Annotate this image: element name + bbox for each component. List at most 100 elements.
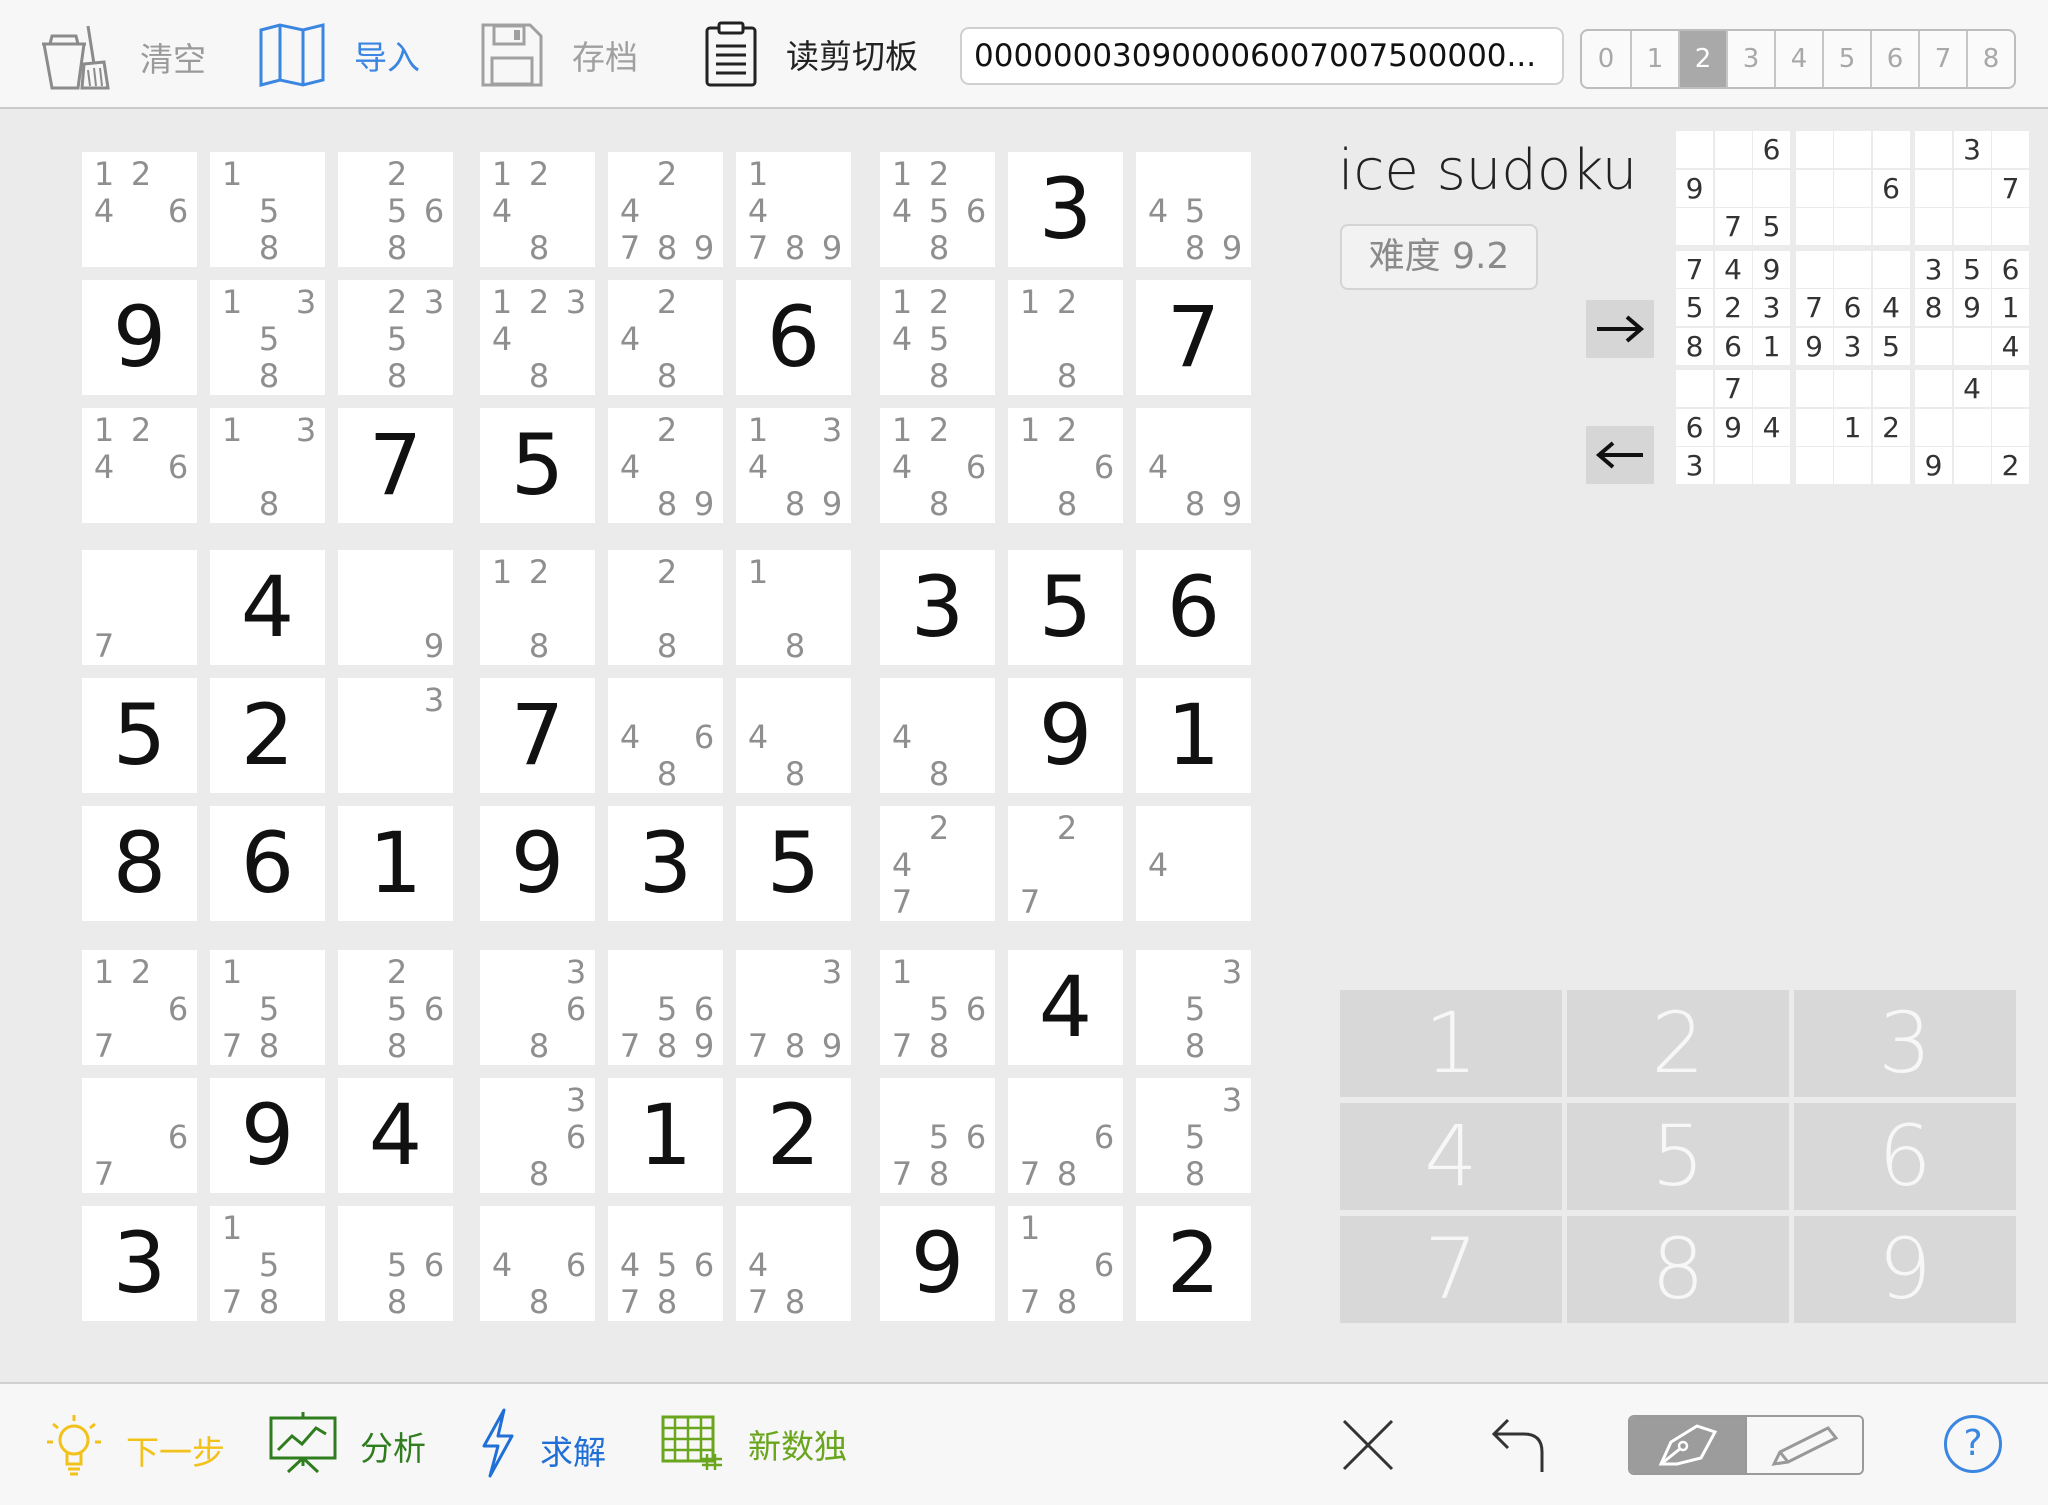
sudoku-cell[interactable]: 9: [480, 806, 595, 921]
sudoku-cell[interactable]: 4: [338, 1078, 453, 1193]
sudoku-cell[interactable]: 1: [1136, 678, 1251, 793]
digit-tab-8[interactable]: 8: [1966, 31, 2014, 87]
sudoku-cell[interactable]: 124 68: [880, 408, 995, 523]
sudoku-cell[interactable]: 2358: [338, 280, 453, 395]
sudoku-cell[interactable]: 368: [480, 1078, 595, 1193]
sudoku-cell[interactable]: 12 8: [480, 550, 595, 665]
keypad-key-3[interactable]: 3: [1794, 990, 2016, 1097]
sudoku-cell[interactable]: 158: [210, 152, 325, 267]
sudoku-cell[interactable]: 358: [1136, 1078, 1251, 1193]
sudoku-cell[interactable]: 478: [736, 1206, 851, 1321]
sudoku-cell[interactable]: 56 78: [880, 1078, 995, 1193]
sudoku-cell[interactable]: 8: [82, 806, 197, 921]
sudoku-cell[interactable]: 7: [82, 550, 197, 665]
sudoku-cell[interactable]: 6 78: [1008, 1078, 1123, 1193]
keypad-key-7[interactable]: 7: [1340, 1216, 1562, 1323]
sudoku-cell[interactable]: 3: [608, 806, 723, 921]
prev-arrow-button[interactable]: [1586, 426, 1654, 484]
sudoku-cell[interactable]: 7: [480, 678, 595, 793]
sudoku-cell[interactable]: 2: [736, 1078, 851, 1193]
sudoku-cell[interactable]: 28: [608, 550, 723, 665]
keypad-key-8[interactable]: 8: [1567, 1216, 1789, 1323]
keypad-key-1[interactable]: 1: [1340, 990, 1562, 1097]
sudoku-cell[interactable]: 156 78: [880, 950, 995, 1065]
sudoku-cell[interactable]: 3: [880, 550, 995, 665]
sudoku-cell[interactable]: 1 38: [210, 408, 325, 523]
sudoku-cell[interactable]: 7: [338, 408, 453, 523]
analyze-button[interactable]: 分析: [268, 1410, 426, 1474]
clear-button[interactable]: 清空: [38, 22, 206, 92]
sudoku-cell[interactable]: 9: [880, 1206, 995, 1321]
sudoku-cell[interactable]: 67: [82, 1078, 197, 1193]
digit-tab-0[interactable]: 0: [1582, 31, 1630, 87]
sudoku-cell[interactable]: 12 8: [1008, 280, 1123, 395]
sudoku-cell[interactable]: 1578: [210, 1206, 325, 1321]
sudoku-cell[interactable]: 6: [736, 280, 851, 395]
sudoku-cell[interactable]: 124568: [880, 152, 995, 267]
digit-tab-1[interactable]: 1: [1630, 31, 1678, 87]
sudoku-cell[interactable]: 27: [1008, 806, 1123, 921]
sudoku-cell[interactable]: 4 68: [480, 1206, 595, 1321]
sudoku-cell[interactable]: 12458: [880, 280, 995, 395]
sudoku-cell[interactable]: 4: [1136, 806, 1251, 921]
sudoku-cell[interactable]: 126 7: [82, 950, 197, 1065]
sudoku-cell[interactable]: 18: [736, 550, 851, 665]
sudoku-cell[interactable]: 456 78: [608, 1206, 723, 1321]
sudoku-cell[interactable]: 5: [82, 678, 197, 793]
keypad-key-4[interactable]: 4: [1340, 1103, 1562, 1210]
sudoku-cell[interactable]: 2: [210, 678, 325, 793]
hint-button[interactable]: 下一步: [44, 1412, 225, 1478]
new-sudoku-button[interactable]: 新数独: [660, 1414, 847, 1472]
sudoku-cell[interactable]: 2: [1136, 1206, 1251, 1321]
sudoku-cell[interactable]: 3 789: [736, 950, 851, 1065]
sudoku-cell[interactable]: 248: [608, 280, 723, 395]
sudoku-cell[interactable]: 1 358: [210, 280, 325, 395]
sudoku-cell[interactable]: 1: [338, 806, 453, 921]
sudoku-cell[interactable]: 2489: [608, 408, 723, 523]
sudoku-cell[interactable]: 124 6: [82, 152, 197, 267]
keypad-key-5[interactable]: 5: [1567, 1103, 1789, 1210]
digit-tab-5[interactable]: 5: [1822, 31, 1870, 87]
digit-tab-4[interactable]: 4: [1774, 31, 1822, 87]
sudoku-cell[interactable]: 9: [82, 280, 197, 395]
sudoku-cell[interactable]: 3: [1008, 152, 1123, 267]
next-arrow-button[interactable]: [1586, 300, 1654, 358]
digit-tab-6[interactable]: 6: [1870, 31, 1918, 87]
sudoku-cell[interactable]: 3: [82, 1206, 197, 1321]
solve-button[interactable]: 求解: [478, 1408, 606, 1478]
clipboard-text-field[interactable]: 000000030900006007007500000...: [960, 27, 1564, 85]
sudoku-cell[interactable]: 1678: [1008, 1206, 1123, 1321]
undo-icon[interactable]: [1490, 1414, 1546, 1474]
save-button[interactable]: 存档: [480, 22, 638, 88]
sudoku-cell[interactable]: 4589: [1136, 152, 1251, 267]
sudoku-cell[interactable]: 5: [736, 806, 851, 921]
sudoku-cell[interactable]: 2568: [338, 950, 453, 1065]
sudoku-cell[interactable]: 4: [1008, 950, 1123, 1065]
pen-mode-toggle[interactable]: [1628, 1415, 1864, 1475]
sudoku-cell[interactable]: 48: [736, 678, 851, 793]
sudoku-cell[interactable]: 3: [338, 678, 453, 793]
import-button[interactable]: 导入: [258, 22, 420, 88]
sudoku-cell[interactable]: 6: [1136, 550, 1251, 665]
sudoku-cell[interactable]: 56 789: [608, 950, 723, 1065]
sudoku-cell[interactable]: 9: [1008, 678, 1123, 793]
sudoku-cell[interactable]: 1578: [210, 950, 325, 1065]
read-clipboard-button[interactable]: 读剪切板: [704, 20, 918, 88]
help-button[interactable]: ?: [1944, 1415, 2002, 1473]
sudoku-cell[interactable]: 1248: [480, 152, 595, 267]
sudoku-cell[interactable]: 247: [880, 806, 995, 921]
sudoku-cell[interactable]: 5: [1008, 550, 1123, 665]
digit-tab-2[interactable]: 2: [1678, 31, 1726, 87]
sudoku-cell[interactable]: 489: [1136, 408, 1251, 523]
keypad-key-2[interactable]: 2: [1567, 990, 1789, 1097]
sudoku-cell[interactable]: 9: [210, 1078, 325, 1193]
close-icon[interactable]: [1340, 1417, 1396, 1473]
sudoku-cell[interactable]: 358: [1136, 950, 1251, 1065]
sudoku-cell[interactable]: 5: [480, 408, 595, 523]
sudoku-cell[interactable]: 24789: [608, 152, 723, 267]
sudoku-cell[interactable]: 2568: [338, 152, 453, 267]
sudoku-cell[interactable]: 14789: [736, 152, 851, 267]
sudoku-cell[interactable]: 9: [338, 550, 453, 665]
sudoku-cell[interactable]: 368: [480, 950, 595, 1065]
sudoku-cell[interactable]: 1 3 489: [736, 408, 851, 523]
